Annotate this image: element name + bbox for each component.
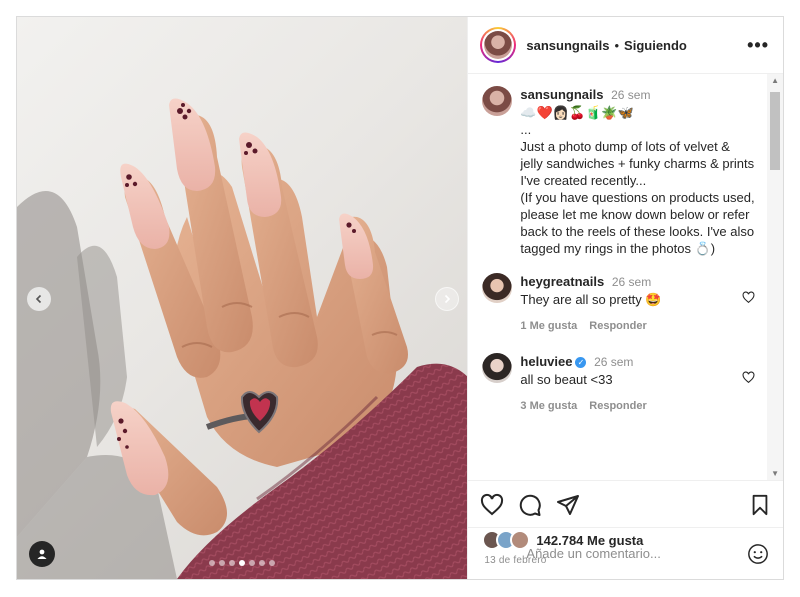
comment-text: all so beaut <33 [520,372,613,387]
carousel-indicator [17,560,467,566]
comment-item: heygreatnails 26 sem They are all so pre… [482,273,755,335]
author-username[interactable]: sansungnails [526,38,609,53]
avatar[interactable] [482,86,513,116]
carousel-dot [219,560,226,566]
carousel-dot [229,560,236,566]
comment-username[interactable]: heygreatnails [520,274,604,289]
like-comment-heart-icon[interactable] [742,291,755,304]
reply-button[interactable]: Responder [589,318,646,335]
separator-dot: • [614,37,620,53]
post-modal: sansungnails • Siguiendo ••• sansungnail… [16,16,784,580]
scrollbar-thumb[interactable] [770,92,780,170]
comment-like-count[interactable]: 1 Me gusta [520,318,577,335]
post-header: sansungnails • Siguiendo ••• [468,17,783,74]
more-options-button[interactable]: ••• [747,35,769,56]
caption: sansungnails 26 sem ☁️❤️👩🏻🍒🧃🪴🦋 ... Just … [482,86,755,257]
chevron-left-icon [35,294,42,304]
caption-time[interactable]: 26 sem [611,88,650,102]
post-media[interactable] [17,17,468,579]
comments-list[interactable]: sansungnails 26 sem ☁️❤️👩🏻🍒🧃🪴🦋 ... Just … [468,74,783,480]
like-comment-heart-icon[interactable] [742,371,755,384]
caption-emojis: ☁️❤️👩🏻🍒🧃🪴🦋 [520,105,634,120]
avatar [484,31,513,59]
comment-username[interactable]: heluviee [520,354,572,369]
comment-like-count[interactable]: 3 Me gusta [520,398,577,415]
post-photo [17,98,468,579]
comments-scrollbar[interactable]: ▲ ▼ [767,74,783,480]
follow-status-button[interactable]: Siguiendo [624,38,687,53]
verified-badge-icon: ✓ [575,357,587,368]
carousel-dot [269,560,276,566]
scroll-down-arrow-icon[interactable]: ▼ [771,469,779,478]
comment-icon[interactable] [518,493,542,517]
carousel-dot [249,560,256,566]
next-slide-button[interactable] [435,287,459,311]
scroll-up-arrow-icon[interactable]: ▲ [771,76,779,85]
post-side-panel: sansungnails • Siguiendo ••• sansungnail… [467,17,783,579]
comment-input[interactable]: Añade un comentario... [526,546,660,561]
avatar[interactable] [482,353,513,383]
story-ring[interactable] [480,27,517,63]
carousel-dot [259,560,266,566]
avatar[interactable] [482,273,513,303]
share-send-icon[interactable] [556,493,580,517]
previous-slide-button[interactable] [27,287,51,311]
emoji-picker-icon[interactable] [747,543,769,565]
carousel-dot [209,560,216,566]
comment-item: heluviee ✓ 26 sem all so beaut <33 3 Me g… [482,353,755,415]
comment-time[interactable]: 26 sem [594,355,633,369]
like-heart-icon[interactable] [480,493,504,517]
comment-time[interactable]: 26 sem [612,275,651,289]
action-bar [468,480,783,529]
tagged-users-button[interactable] [29,541,55,567]
comment-text: They are all so pretty 🤩 [520,292,662,307]
user-icon [37,549,47,559]
reply-button[interactable]: Responder [589,398,646,415]
comment-composer[interactable]: Añade un comentario... [468,527,783,579]
save-bookmark-icon[interactable] [749,494,771,516]
carousel-dot-active [239,560,246,566]
caption-username[interactable]: sansungnails [520,87,603,102]
chevron-right-icon [444,294,451,304]
caption-text: ... Just a photo dump of lots of velvet … [520,122,755,256]
